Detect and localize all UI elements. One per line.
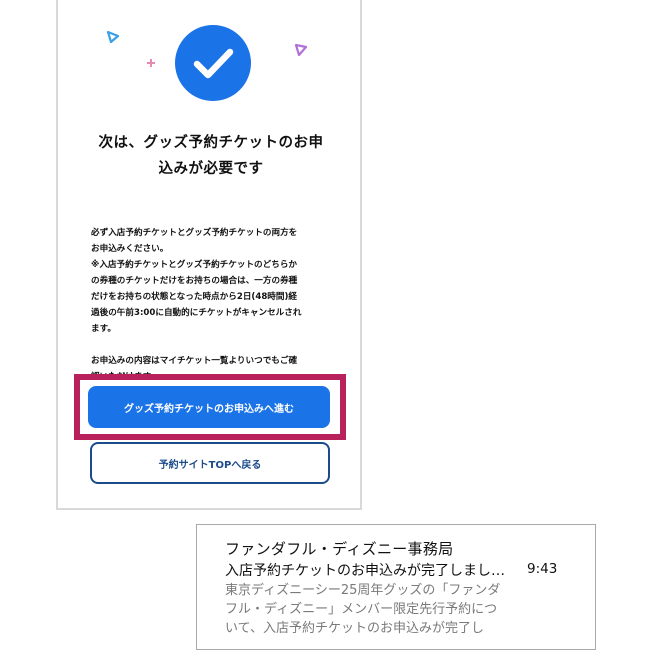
dialog-title-line: 次は、グッズ予約チケットのお申 bbox=[98, 135, 324, 151]
dialog-title: 次は、グッズ予約チケットのお申 込みが必要です bbox=[74, 130, 348, 182]
checkmark-circle-icon bbox=[175, 25, 251, 101]
notification-preview: 東京ディズニーシー25周年グッズの「ファンダ フル・ディズニー」メンバー限定先行… bbox=[225, 581, 525, 638]
triangle-confetti-icon bbox=[294, 43, 308, 57]
body-line: ※入店予約チケットとグッズ予約チケットのどちらか bbox=[91, 260, 298, 270]
back-button-label: 予約サイトTOPへ戻る bbox=[158, 459, 262, 471]
dialog-title-line: 込みが必要です bbox=[158, 161, 264, 177]
body-line: 必ず入店予約チケットとグッズ予約チケットの両方を bbox=[91, 228, 298, 238]
checkmark-icon bbox=[193, 48, 234, 79]
back-to-top-button[interactable]: 予約サイトTOPへ戻る bbox=[90, 442, 330, 484]
body-line: お申込みの内容はマイチケット一覧よりいつでもご確 bbox=[91, 356, 298, 366]
preview-line: フル・ディズニー」メンバー限定先行予約につ bbox=[225, 602, 498, 617]
notification-time: 9:43 bbox=[527, 561, 558, 577]
triangle-confetti-icon bbox=[106, 30, 120, 44]
body-line: 過後の午前3:00に自動的にチケットがキャンセルされ bbox=[91, 308, 302, 318]
proceed-goods-reservation-button[interactable]: グッズ予約チケットのお申込みへ進む bbox=[88, 386, 330, 428]
body-line: の券種のチケットだけをお持ちの場合は、一方の券種 bbox=[91, 276, 298, 286]
preview-line: いて、入店予約チケットのお申込みが完了し bbox=[225, 621, 484, 636]
body-line: お申込みください。 bbox=[91, 244, 169, 254]
plus-confetti-icon bbox=[147, 59, 155, 67]
email-notification[interactable]: ファンダフル・ディズニー事務局 入店予約チケットのお申込みが完了しまし… 9:4… bbox=[196, 524, 596, 650]
preview-line: 東京ディズニーシー25周年グッズの「ファンダ bbox=[225, 583, 501, 598]
body-line: ます。 bbox=[91, 324, 116, 334]
body-line: だけをお持ちの状態となった時点から2日(48時間)経 bbox=[91, 292, 298, 302]
dialog-body: 必ず入店予約チケットとグッズ予約チケットの両方を お申込みください。 ※入店予約… bbox=[91, 225, 343, 385]
body-spacer bbox=[91, 337, 343, 353]
notification-sender: ファンダフル・ディズニー事務局 bbox=[225, 540, 454, 558]
proceed-button-label: グッズ予約チケットのお申込みへ進む bbox=[124, 403, 294, 415]
notification-subject: 入店予約チケットのお申込みが完了しまし… bbox=[225, 563, 505, 579]
